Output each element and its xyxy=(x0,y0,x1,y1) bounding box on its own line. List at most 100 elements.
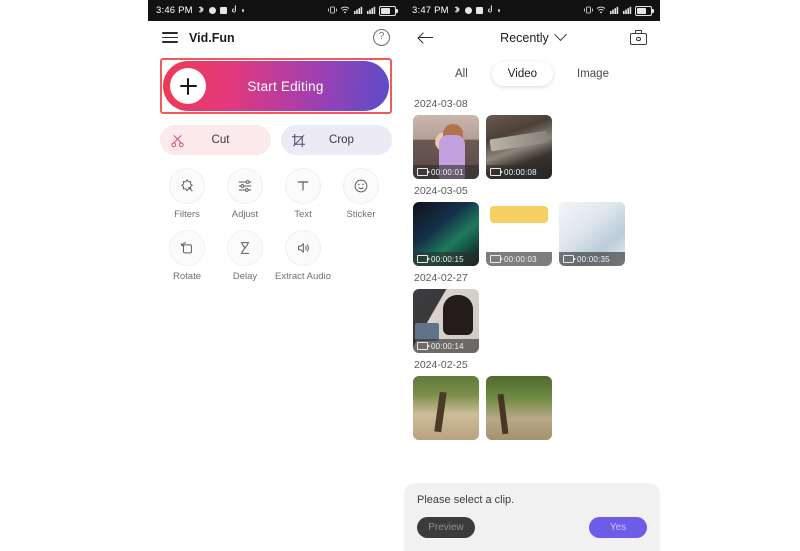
crop-icon xyxy=(281,133,315,148)
sliders-icon xyxy=(228,169,262,203)
wifi-icon xyxy=(596,6,606,16)
group-date: 2024-02-25 xyxy=(414,359,468,371)
cut-button[interactable]: Cut xyxy=(160,125,271,155)
status-left-group-right: 3:47 PM xyxy=(412,5,501,16)
group-thumbs xyxy=(413,376,651,440)
status-time: 3:46 PM xyxy=(156,5,193,16)
tool-placeholder xyxy=(332,231,390,282)
tool-extract-audio[interactable]: Extract Audio xyxy=(274,231,332,282)
tool-adjust-label: Adjust xyxy=(231,209,259,220)
media-thumbnail[interactable] xyxy=(486,376,552,440)
hamburger-icon[interactable] xyxy=(162,31,178,44)
tool-adjust[interactable]: Adjust xyxy=(216,169,274,220)
app-title: Vid.Fun xyxy=(189,30,235,45)
gallery-app-bar: Recently xyxy=(404,21,660,54)
bluetooth-icon xyxy=(197,5,205,16)
media-thumbnail[interactable]: 00:00:35 xyxy=(559,202,625,266)
crop-button[interactable]: Crop xyxy=(281,125,392,155)
tool-text-label: Text xyxy=(294,209,312,220)
hourglass-icon xyxy=(228,231,262,265)
smiley-icon xyxy=(344,169,378,203)
tool-rotate[interactable]: Rotate xyxy=(158,231,216,282)
right-status-bar: 3:47 PM xyxy=(404,0,660,21)
left-app-bar: Vid.Fun ? xyxy=(148,21,404,54)
tiktok-icon xyxy=(487,5,494,16)
tool-delay[interactable]: Delay xyxy=(216,231,274,282)
preview-button[interactable]: Preview xyxy=(417,517,475,538)
speaker-icon xyxy=(286,231,320,265)
video-camera-icon xyxy=(563,255,576,263)
media-filter-tabs: All Video Image xyxy=(404,54,660,92)
media-thumbnail[interactable]: 00:00:08 xyxy=(486,115,552,179)
status-right-group xyxy=(328,5,398,16)
signal-4g-1-icon xyxy=(609,6,619,16)
tab-image[interactable]: Image xyxy=(561,62,625,86)
tool-filters[interactable]: Filters xyxy=(158,169,216,220)
tool-filters-label: Filters xyxy=(174,209,200,220)
album-selector[interactable]: Recently xyxy=(435,28,630,45)
media-group: 2024-02-25 xyxy=(413,359,651,440)
media-group: 2024-02-27 00:00:14 xyxy=(413,272,651,353)
quick-actions-row: Cut Crop xyxy=(160,125,392,155)
video-camera-icon xyxy=(417,342,430,350)
dot-icon xyxy=(241,9,245,12)
help-icon[interactable]: ? xyxy=(373,29,390,46)
screenshot-icon xyxy=(475,7,483,14)
duration-text: 00:00:08 xyxy=(504,167,537,177)
thumbnail-art xyxy=(413,376,479,440)
confirm-yes-button[interactable]: Yes xyxy=(589,517,647,538)
cut-label: Cut xyxy=(211,134,230,146)
duration-badge: 00:00:03 xyxy=(486,252,552,266)
plus-icon[interactable] xyxy=(170,68,206,104)
media-group: 2024-03-08 00:00:01 00:00:08 xyxy=(413,98,651,179)
group-thumbs: 00:00:15 00:00:03 00:00:35 xyxy=(413,202,651,266)
media-thumbnail[interactable]: 00:00:15 xyxy=(413,202,479,266)
tool-text[interactable]: Text xyxy=(274,169,332,220)
duration-text: 00:00:15 xyxy=(431,254,464,264)
start-editing-button[interactable]: Start Editing xyxy=(163,61,389,111)
tools-grid: Filters Adjust Text Sticker Rotate Delay… xyxy=(158,169,394,293)
group-date: 2024-03-08 xyxy=(414,98,468,110)
signal-4g-2-icon xyxy=(366,6,376,16)
vibrate-icon xyxy=(328,6,337,16)
media-thumbnail[interactable]: 00:00:14 xyxy=(413,289,479,353)
tool-rotate-label: Rotate xyxy=(173,271,201,282)
duration-text: 00:00:14 xyxy=(431,341,464,351)
duration-badge: 00:00:01 xyxy=(413,165,479,179)
media-thumbnail[interactable] xyxy=(413,376,479,440)
duration-text: 00:00:35 xyxy=(577,254,610,264)
duration-badge: 00:00:35 xyxy=(559,252,625,266)
media-thumbnail[interactable]: 00:00:01 xyxy=(413,115,479,179)
rotate-icon xyxy=(170,231,204,265)
group-thumbs: 00:00:01 00:00:08 xyxy=(413,115,651,179)
vibrate-icon xyxy=(584,6,593,16)
tool-sticker-label: Sticker xyxy=(346,209,376,220)
tool-sticker[interactable]: Sticker xyxy=(332,169,390,220)
group-date: 2024-02-27 xyxy=(414,272,468,284)
duration-badge: 00:00:14 xyxy=(413,339,479,353)
back-arrow-icon[interactable] xyxy=(417,29,435,47)
video-camera-icon xyxy=(490,168,503,176)
camera-icon[interactable] xyxy=(630,30,647,45)
start-editing-highlight-wrap: Start Editing xyxy=(160,58,392,114)
media-groups: 2024-03-08 00:00:01 00:00:08 2024-03-05 … xyxy=(404,98,660,440)
signal-4g-1-icon xyxy=(353,6,363,16)
battery-icon xyxy=(635,5,654,16)
left-status-bar: 3:46 PM xyxy=(148,0,404,21)
media-thumbnail[interactable]: 00:00:03 xyxy=(486,202,552,266)
scissors-icon xyxy=(160,133,194,148)
left-phone-screen: 3:46 PM Vid.Fun ? Start Editing Cut Crop… xyxy=(148,0,404,551)
bottom-action-sheet: Please select a clip. Preview Yes xyxy=(404,483,660,551)
signal-4g-2-icon xyxy=(622,6,632,16)
dot-icon xyxy=(497,9,501,12)
status-right-group-right xyxy=(584,5,654,16)
tools-row-1: Filters Adjust Text Sticker xyxy=(158,169,394,231)
video-camera-icon xyxy=(417,255,430,263)
tool-delay-label: Delay xyxy=(232,271,258,282)
record-icon xyxy=(208,7,216,14)
group-thumbs: 00:00:14 xyxy=(413,289,651,353)
screenshot-stage: 3:46 PM Vid.Fun ? Start Editing Cut Crop… xyxy=(0,0,800,551)
tiktok-icon xyxy=(231,5,238,16)
tab-all[interactable]: All xyxy=(439,62,484,86)
tab-video[interactable]: Video xyxy=(491,62,554,86)
